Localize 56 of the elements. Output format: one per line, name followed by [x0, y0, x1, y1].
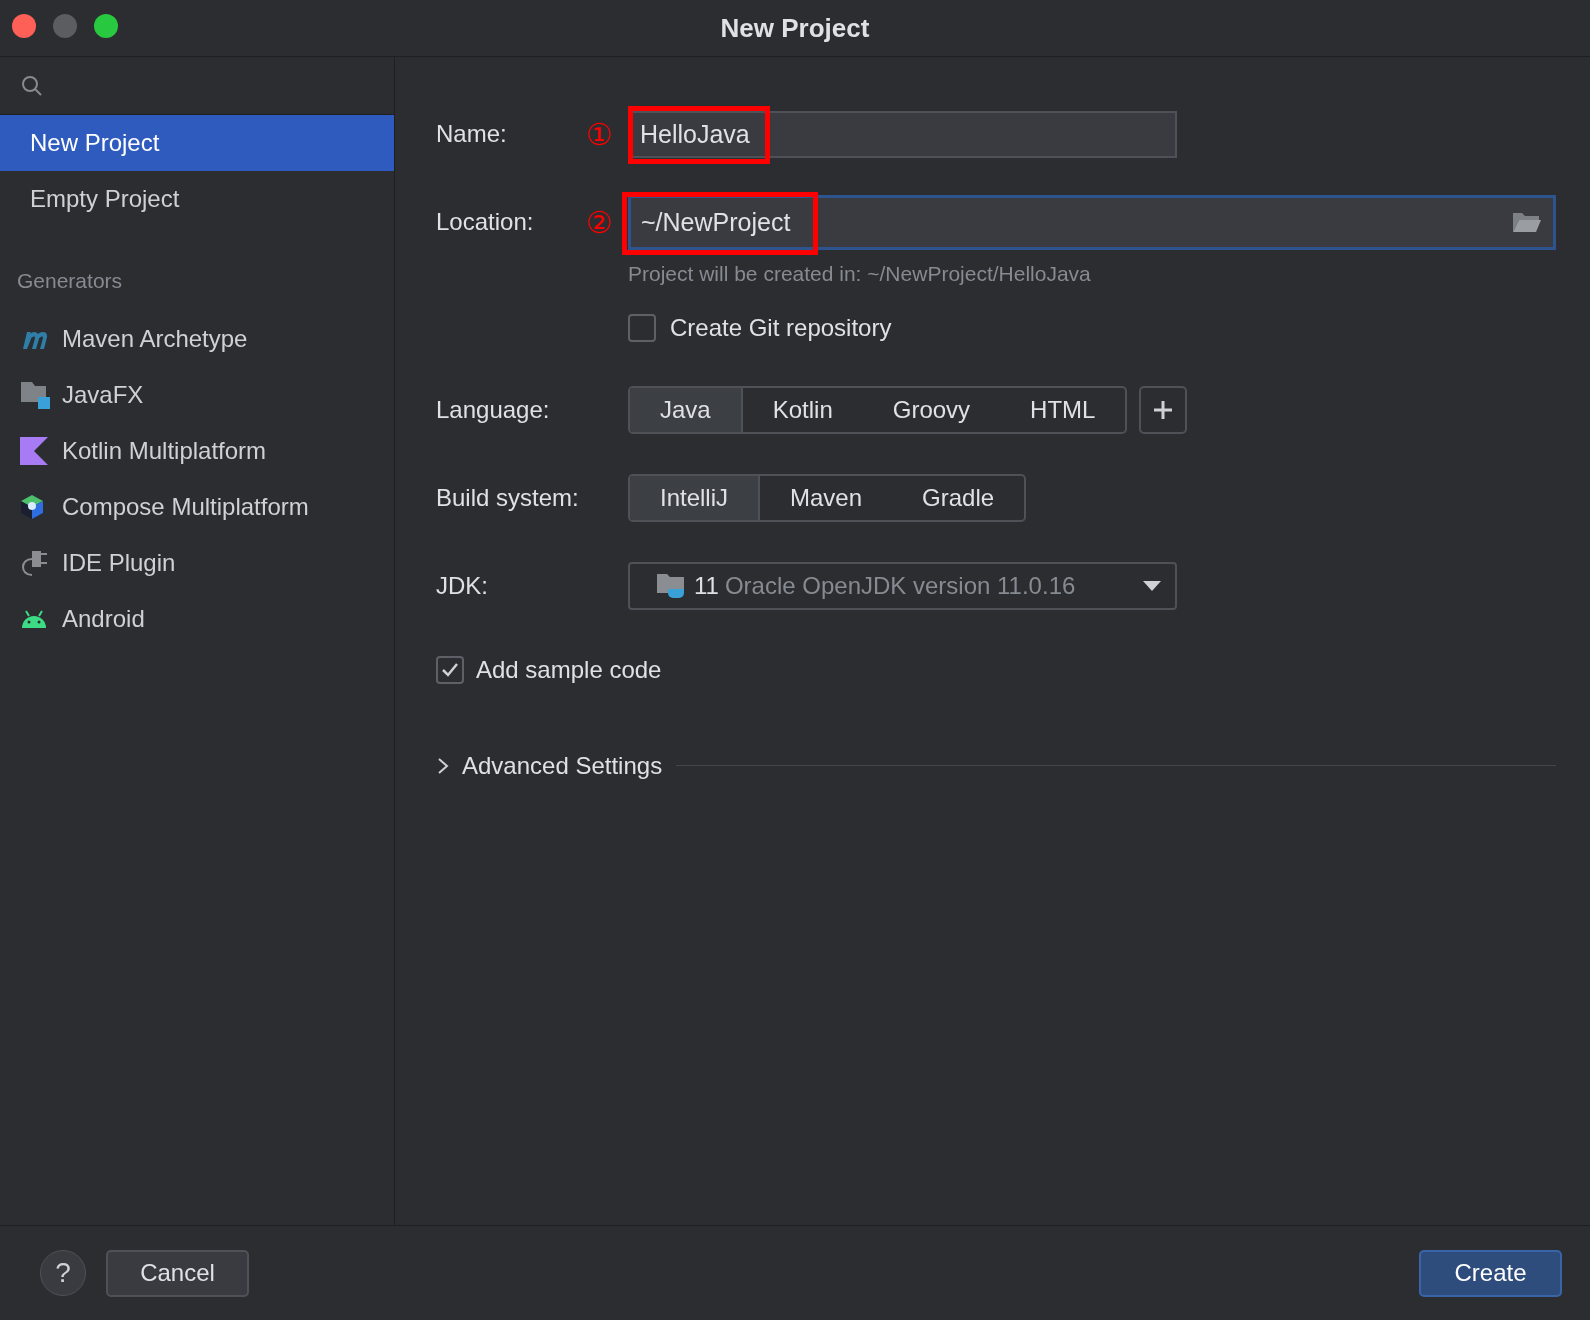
checkbox-label: Create Git repository: [670, 312, 892, 343]
jdk-description: Oracle OpenJDK version 11.0.16: [724, 570, 1077, 601]
caret-icon: [1143, 580, 1161, 591]
checkbox-label: Add sample code: [476, 654, 662, 685]
segment-tab[interactable]: Groovy: [862, 387, 1001, 432]
segment-tab[interactable]: IntelliJ: [630, 475, 761, 520]
generator-item[interactable]: Android: [0, 590, 394, 647]
segment-tab[interactable]: Java: [630, 387, 743, 432]
maximize-window-button[interactable]: [94, 14, 118, 38]
cancel-button[interactable]: Cancel: [106, 1249, 249, 1297]
annotation-number: ②: [586, 204, 614, 241]
folder-icon: [20, 380, 50, 409]
section-heading: Generators: [16, 268, 124, 294]
jdk-dropdown[interactable]: 11 Oracle OpenJDK version 11.0.16: [628, 561, 1177, 610]
generator-item[interactable]: JavaFX: [0, 366, 394, 423]
git-checkbox[interactable]: [628, 313, 656, 342]
field-label: Language:: [436, 394, 551, 425]
generator-item[interactable]: Kotlin Multiplatform: [0, 422, 394, 479]
segment-tab[interactable]: HTML: [1000, 387, 1126, 432]
jdk-version: 11: [694, 570, 719, 601]
segment-tab[interactable]: Gradle: [892, 475, 1025, 520]
chevron-icon[interactable]: [436, 756, 450, 775]
annotation-number: ①: [586, 116, 614, 153]
segment-tab[interactable]: Kotlin: [742, 387, 863, 432]
generator-label: Android: [62, 603, 145, 634]
generator-label: JavaFX: [62, 379, 144, 410]
help-button[interactable]: ?: [40, 1250, 86, 1296]
field-label: JDK:: [436, 570, 489, 601]
create-button[interactable]: Create: [1419, 1249, 1562, 1297]
field-label: Build system:: [436, 482, 580, 513]
window-title: New Project: [720, 11, 870, 45]
generator-label: Compose Multiplatform: [62, 491, 309, 522]
generator-item[interactable]: Maven Archetype: [0, 310, 394, 367]
check-icon: [441, 661, 459, 678]
generator-label: Maven Archetype: [62, 323, 248, 354]
search-icon: [20, 73, 44, 98]
advanced-settings-toggle[interactable]: Advanced Settings: [462, 747, 663, 784]
generator-label: IDE Plugin: [62, 547, 176, 578]
sidebar-item[interactable]: New Project: [0, 115, 394, 171]
generator-item[interactable]: Compose Multiplatform: [0, 478, 394, 535]
sample-code-checkbox[interactable]: [436, 655, 464, 684]
plus-icon: [1153, 399, 1174, 420]
location-hint: Project will be created in: ~/NewProject/HelloJava: [628, 261, 1092, 287]
sidebar-item[interactable]: Empty Project: [0, 171, 394, 227]
field-label: Name:: [436, 119, 508, 149]
close-window-button[interactable]: [12, 14, 36, 38]
cube-icon: [20, 493, 44, 520]
field-label: Location:: [436, 207, 535, 237]
generator-label: Kotlin Multiplatform: [62, 435, 267, 466]
segment-tab[interactable]: Maven: [760, 475, 893, 520]
kotlin-logo-icon: [20, 436, 48, 465]
android-icon: [20, 609, 48, 628]
location-field[interactable]: ~/NewProject: [628, 194, 1556, 250]
generator-item[interactable]: IDE Plugin: [0, 534, 394, 591]
plug-icon: [20, 548, 50, 577]
add-language-button[interactable]: [1139, 385, 1188, 434]
